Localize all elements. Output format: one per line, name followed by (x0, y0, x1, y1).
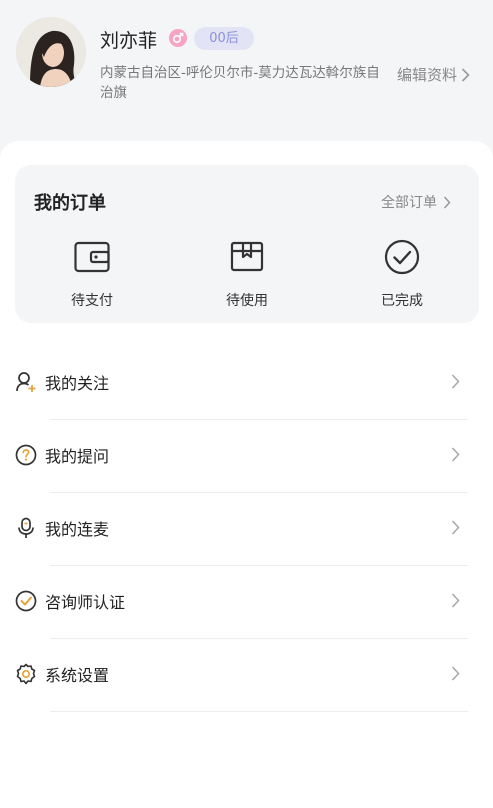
menu-item-label: 系统设置 (45, 666, 110, 685)
mic-icon (18, 517, 34, 538)
menu-item-counselor-certification[interactable]: 咨询师认证 (0, 566, 493, 639)
chevron-right-icon (461, 67, 470, 82)
menu-item-label: 我的关注 (45, 374, 110, 393)
orders-title: 我的订单 (34, 193, 106, 214)
verified-icon (15, 590, 37, 612)
user-plus-icon (16, 372, 36, 392)
all-orders-link[interactable]: 全部订单 (381, 192, 451, 212)
chevron-right-icon (443, 195, 451, 209)
order-pending-payment[interactable]: 待支付 (47, 238, 137, 318)
avatar[interactable] (16, 17, 86, 87)
edit-profile-link[interactable]: 编辑资料 (397, 64, 470, 85)
all-orders-label: 全部订单 (381, 195, 437, 211)
profile-header: 刘亦菲 00后 内蒙古自治区-呼伦贝尔市-莫力达瓦达斡尔族自治旗 编辑资料 (0, 0, 493, 150)
menu-item-label: 我的提问 (45, 447, 110, 466)
order-to-use-label: 待使用 (226, 293, 268, 309)
package-icon (230, 241, 264, 272)
avatar-image (16, 17, 86, 87)
divider (50, 711, 468, 712)
question-icon (15, 444, 37, 466)
order-to-use[interactable]: 待使用 (202, 238, 292, 318)
menu-item-settings[interactable]: 系统设置 (0, 639, 493, 712)
edit-profile-label: 编辑资料 (397, 66, 458, 84)
order-completed[interactable]: 已完成 (357, 238, 447, 318)
order-pending-payment-label: 待支付 (71, 293, 113, 309)
menu-item-label: 我的连麦 (45, 520, 110, 539)
female-gender-icon (169, 29, 187, 47)
age-badge: 00后 (194, 27, 254, 50)
menu-item-voice-link[interactable]: 我的连麦 (0, 493, 493, 566)
user-location: 内蒙古自治区-呼伦贝尔市-莫力达瓦达斡尔族自治旗 (100, 65, 380, 101)
menu-item-following[interactable]: 我的关注 (0, 347, 493, 420)
order-completed-label: 已完成 (381, 293, 423, 309)
check-circle-icon (384, 239, 420, 275)
chevron-right-icon (451, 374, 460, 389)
chevron-right-icon (451, 520, 460, 535)
gear-icon (16, 663, 36, 685)
wallet-icon (74, 241, 110, 273)
chevron-right-icon (451, 447, 460, 462)
menu-item-label: 咨询师认证 (45, 593, 126, 612)
chevron-right-icon (451, 593, 460, 608)
menu-item-questions[interactable]: 我的提问 (0, 420, 493, 493)
user-name: 刘亦菲 (100, 30, 158, 52)
chevron-right-icon (451, 666, 460, 681)
